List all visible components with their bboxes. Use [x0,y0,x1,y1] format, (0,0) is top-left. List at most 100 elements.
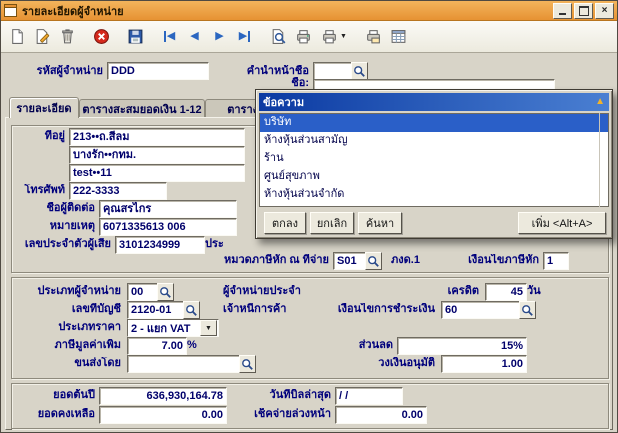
regular-vendor-label: ผู้จำหน่ายประจำ [223,285,301,297]
browse-grid-button[interactable] [386,24,411,49]
previous-record-icon: ◀ [190,30,199,42]
new-button[interactable] [5,24,30,49]
prefix-lookup-button[interactable] [351,62,368,80]
price-type-dropdown[interactable]: 2 - แยก VAT ▼ [127,319,219,337]
previous-record-button[interactable]: ◀ [182,24,207,49]
minimize-icon [559,13,566,15]
edit-button[interactable] [30,24,55,49]
begin-balance-label: ยอดต้นปี [53,389,95,401]
advance-cheque-input[interactable]: 0.00 [335,406,427,424]
list-item[interactable]: ร้าน [260,150,608,168]
list-item[interactable]: ห้างหุ้นส่วนจำกัด [260,186,608,204]
add-button[interactable]: เพิ่ม <Alt+A> [518,212,606,234]
magnifier-icon [242,358,253,370]
dropdown-arrow-icon[interactable]: ▼ [200,320,217,336]
list-item[interactable]: ห้างหุ้นส่วนสามัญ [260,132,608,150]
list-item[interactable]: ศูนย์สุขภาพ [260,168,608,186]
print-options-button[interactable]: ▼ [316,24,352,49]
last-record-button[interactable]: ▶ [232,24,257,49]
address-label: ที่อยู่ [44,130,65,142]
credit-days-input[interactable]: 45 [485,283,527,301]
search-button[interactable]: ค้นหา [358,212,402,234]
payment-condition-label: เงื่อนไขการชำระเงิน [337,303,435,315]
payment-condition-lookup-button[interactable] [519,301,536,319]
account-input[interactable]: 2120-01 [127,301,185,319]
taxid-input[interactable]: 3101234999 [115,236,205,254]
days-label: วัน [527,285,541,297]
payment-condition-input[interactable]: 60 [441,301,521,319]
sort-indicator-icon: ▲ [595,96,605,107]
data-grid-icon [391,30,406,43]
cancel-button[interactable] [89,24,114,49]
first-record-icon: ◀ [163,31,175,42]
contact-input[interactable]: คุณสรไกร [99,200,237,218]
wht-condition-input[interactable]: 1 [543,252,569,270]
vendor-detail-window: รายละเอียดผู้จำหน่าย × ◀ ◀ ▶ ▶ ▼ รหัสผู้… [0,0,618,433]
phone-input[interactable]: 222-3333 [69,182,167,200]
preview-button[interactable] [266,24,291,49]
note-label: หมายเหตุ [49,220,95,232]
list-item-selected[interactable]: บริษัท [260,114,608,132]
percent-label: % [187,339,197,351]
wht-form-label: ภงด.1 [391,254,420,266]
vendor-type-input[interactable]: 00 [127,283,159,301]
begin-balance-input[interactable]: 636,930,164.78 [99,387,227,405]
address-line2-input[interactable]: บางรัก••กทม. [69,146,245,164]
account-lookup-button[interactable] [183,301,200,319]
first-record-button[interactable]: ◀ [157,24,182,49]
price-type-value: 2 - แยก VAT [131,323,191,335]
save-button[interactable] [123,24,148,49]
advance-cheque-label: เช็คจ่ายล่วงหน้า [254,408,331,420]
close-icon: × [601,4,608,16]
transport-label: ขนส่งโดย [74,357,121,369]
wht-code-input[interactable]: S01 [333,252,367,270]
vat-input[interactable]: 7.00 [127,337,187,355]
balance-input[interactable]: 0.00 [99,406,227,424]
last-bill-date-input[interactable]: / / [335,387,403,405]
discount-label: ส่วนลด [358,339,393,351]
phone-label: โทรศัพท์ [24,184,65,196]
ok-button[interactable]: ตกลง [264,212,306,234]
minimize-button[interactable] [553,2,572,19]
print-button[interactable] [291,24,316,49]
discount-input[interactable]: 15% [397,337,527,355]
last-bill-date-label: วันที่บิลล่าสุด [269,389,331,401]
prefix-input[interactable] [313,62,353,80]
last-record-icon: ▶ [239,31,251,42]
tab-details[interactable]: รายละเอียด [9,97,79,118]
magnifier-icon [522,304,533,316]
wht-lookup-button[interactable] [365,252,382,270]
preview-magnifier-icon [272,29,286,44]
trash-icon [62,29,73,44]
printer-icon [297,30,310,44]
credit-limit-label: วงเงินอนุมัติ [378,357,435,369]
credit-label: เครดิต [447,285,479,297]
credit-limit-input[interactable]: 1.00 [441,355,527,373]
list-column-divider [599,113,600,207]
payable-label: เจ้าหนี้การค้า [223,303,287,315]
prefix-list: บริษัท ห้างหุ้นส่วนสามัญ ร้าน ศูนย์สุขภา… [259,113,609,207]
maximize-button[interactable] [574,2,593,19]
transport-lookup-button[interactable] [239,355,256,373]
vendor-type-lookup-button[interactable] [157,283,174,301]
wht-category-label: หมวดภาษีหัก ณ ที่จ่าย [223,254,329,266]
vendor-code-label: รหัสผู้จำหน่าย [36,65,103,77]
new-document-icon [12,29,23,44]
window-title: รายละเอียดผู้จำหน่าย [22,5,124,18]
address-line1-input[interactable]: 213••ถ.สีลม [69,128,245,146]
dropdown-arrow-icon: ▼ [340,33,347,40]
note-input[interactable]: 6071335613 006 [99,218,237,236]
account-label: เลขที่บัญชี [71,303,121,315]
vendor-code-input[interactable]: DDD [107,62,209,80]
printer-icon [323,30,336,44]
print-setup-button[interactable] [361,24,386,49]
cancel-lookup-button[interactable]: ยกเลิก [310,212,354,234]
contact-label: ชื่อผู้ติดต่อ [46,202,95,214]
save-floppy-icon [128,29,143,44]
address-line3-input[interactable]: test••11 [69,164,245,182]
transport-input[interactable] [127,355,241,373]
close-button[interactable]: × [595,2,614,19]
delete-button[interactable] [55,24,80,49]
next-record-button[interactable]: ▶ [207,24,232,49]
tab-accum-1-12[interactable]: ตารางสะสมยอดเงิน 1-12 [79,99,205,118]
